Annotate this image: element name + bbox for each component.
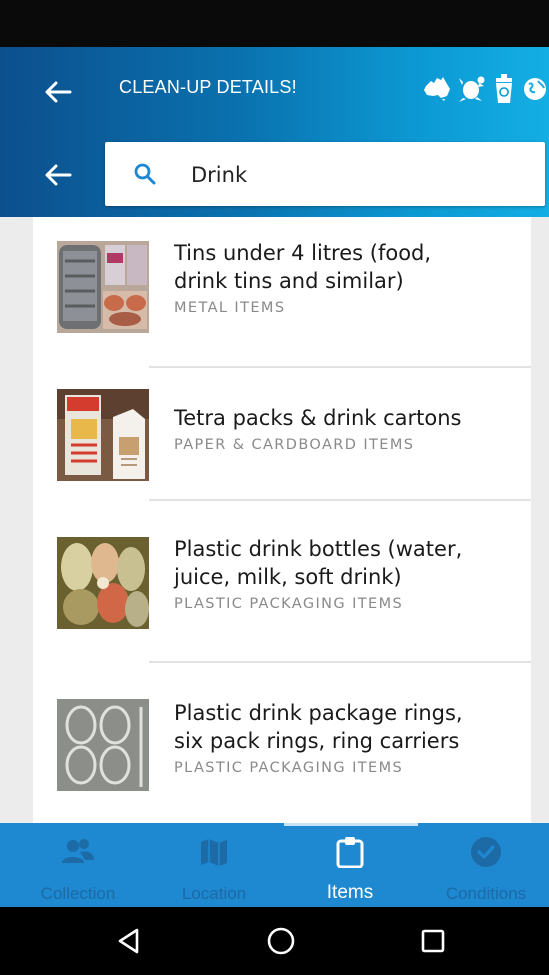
item-title: Tetra packs & drink cartons — [174, 406, 462, 430]
tab-location[interactable]: Location — [149, 823, 279, 907]
item-text: Plastic drink bottles (water, juice, mil… — [174, 535, 514, 612]
item-title-line-2: six pack rings, ring carriers — [174, 729, 460, 753]
people-icon — [61, 835, 95, 869]
app-header: CLEAN-UP DETAILS! — [0, 47, 549, 223]
item-category: PLASTIC PACKAGING ITEMS — [174, 760, 404, 776]
clipboard-icon — [333, 835, 367, 869]
back-triangle-icon[interactable] — [112, 924, 146, 958]
tab-items[interactable]: Items — [285, 823, 415, 907]
list-item[interactable]: Plastic drink bottles (water, juice, mil… — [33, 501, 531, 633]
tab-label: Items — [326, 882, 374, 903]
search-icon — [133, 162, 157, 186]
list-item[interactable]: Plastic drink package rings, six pack ri… — [33, 663, 531, 795]
back-arrow-icon[interactable] — [40, 74, 76, 110]
item-title-line-1: Tins under 4 litres (food, — [174, 241, 432, 265]
page-title: CLEAN-UP DETAILS! — [119, 77, 297, 97]
search-input[interactable] — [189, 156, 523, 194]
rings-thumbnail — [57, 699, 149, 791]
item-text: Tins under 4 litres (food, drink tins an… — [174, 239, 514, 316]
turtle-icon — [457, 74, 487, 108]
list-item[interactable]: Tetra packs & drink cartons PAPER & CARD… — [33, 368, 531, 500]
cartons-thumbnail — [57, 389, 149, 481]
tab-label: Collection — [40, 884, 116, 903]
home-circle-icon[interactable] — [264, 924, 298, 958]
results-list: Tins under 4 litres (food, drink tins an… — [33, 217, 531, 823]
bottles-thumbnail — [57, 537, 149, 629]
australia-map-icon — [423, 76, 451, 106]
tab-collection[interactable]: Collection — [13, 823, 143, 907]
bottom-nav: Collection Location Items Conditions — [0, 823, 549, 907]
item-category: PAPER & CARDBOARD ITEMS — [174, 437, 415, 453]
item-category: PLASTIC PACKAGING ITEMS — [174, 596, 404, 612]
tab-label: Location — [181, 884, 247, 903]
tab-conditions[interactable]: Conditions — [421, 823, 549, 907]
globe-icon — [521, 74, 547, 108]
item-title-line-1: Plastic drink bottles (water, — [174, 537, 463, 561]
list-item[interactable]: Tins under 4 litres (food, drink tins an… — [33, 217, 531, 349]
brand-icons — [423, 73, 549, 109]
tins-thumbnail — [57, 241, 149, 333]
search-back-arrow-icon[interactable] — [40, 157, 76, 193]
item-title-line-1: Plastic drink package rings, — [174, 701, 463, 725]
item-title-line-2: drink tins and similar) — [174, 269, 404, 293]
item-text: Plastic drink package rings, six pack ri… — [174, 699, 514, 776]
item-title-line-2: juice, milk, soft drink) — [174, 565, 402, 589]
search-box[interactable] — [105, 142, 545, 206]
status-bar — [0, 0, 549, 47]
item-text: Tetra packs & drink cartons PAPER & CARD… — [174, 404, 514, 453]
tab-label: Conditions — [445, 884, 527, 903]
results-area: Tins under 4 litres (food, drink tins an… — [0, 217, 549, 823]
recents-square-icon[interactable] — [416, 924, 450, 958]
system-nav-bar — [0, 907, 549, 975]
check-circle-icon — [469, 835, 503, 869]
item-category: METAL ITEMS — [174, 300, 286, 316]
map-icon — [197, 835, 231, 869]
bin-icon — [493, 74, 515, 108]
